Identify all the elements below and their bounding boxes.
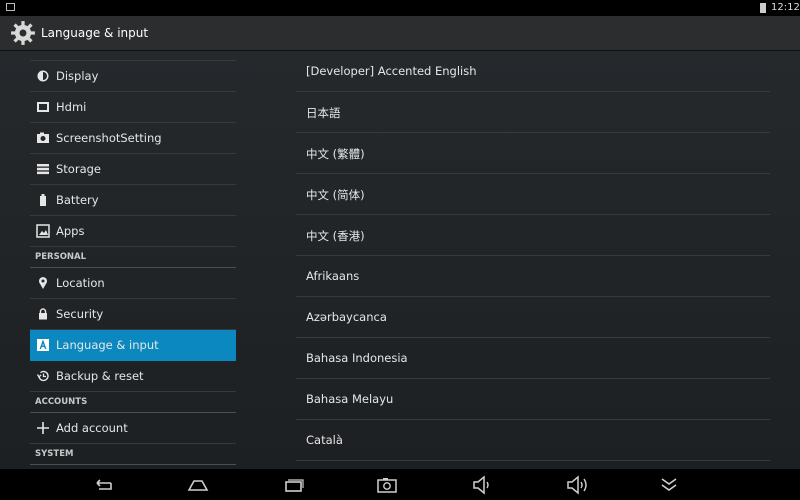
sidebar-item-label: Battery: [56, 193, 99, 207]
language-item[interactable]: 中文 (香港): [296, 215, 770, 256]
language-item[interactable]: 中文 (简体): [296, 174, 770, 215]
section-header-label: SYSTEM: [35, 449, 74, 459]
sidebar-item-language-input[interactable]: Language & input: [30, 330, 236, 361]
language-item[interactable]: [Developer] Accented English: [296, 51, 770, 92]
sidebar-item-security[interactable]: Security: [30, 299, 236, 330]
volume-down-icon[interactable]: [470, 475, 494, 495]
sidebar-item-battery[interactable]: Battery: [30, 185, 236, 216]
sidebar-item-screenshotsetting[interactable]: ScreenshotSetting: [30, 123, 236, 154]
language-label: 日本語: [306, 106, 341, 120]
language-label: 中文 (繁體): [306, 147, 365, 161]
sidebar-item-apps[interactable]: Apps: [30, 216, 236, 247]
status-time: 12:12: [771, 2, 800, 13]
language-list[interactable]: [Developer] Accented English 日本語中文 (繁體) 中文…: [296, 51, 770, 461]
section-header-label: PERSONAL: [35, 252, 87, 262]
location-pin-icon: [36, 276, 50, 290]
sidebar-item-label: Hdmi: [56, 100, 87, 114]
apps-icon: [36, 224, 50, 238]
language-label: Bahasa Melayu: [306, 392, 394, 406]
sidebar-item-hdmi[interactable]: Hdmi: [30, 92, 236, 123]
sidebar-item-label: Security: [56, 307, 104, 321]
page-title: Language & input: [41, 26, 149, 40]
language-item[interactable]: Bahasa Melayu: [296, 379, 770, 420]
sidebar-item-label: Backup & reset: [56, 369, 144, 383]
language-label: 中文 (香港): [306, 229, 365, 243]
home-icon[interactable]: [186, 475, 210, 495]
language-item[interactable]: 中文 (繁體): [296, 133, 770, 174]
sidebar-item-storage[interactable]: Storage: [30, 154, 236, 185]
brightness-icon: [36, 69, 50, 83]
section-header-label: ACCOUNTS: [35, 397, 88, 407]
notification-image-icon: [6, 3, 15, 11]
sidebar-item-label: ScreenshotSetting: [56, 131, 162, 145]
camera-icon: [36, 131, 50, 145]
sidebar-item-label: Storage: [56, 162, 101, 176]
language-label: 中文 (简体): [306, 188, 365, 202]
language-item[interactable]: 日本語: [296, 92, 770, 133]
backup-icon: [36, 369, 50, 383]
screenshot-icon[interactable]: [375, 475, 399, 495]
sidebar-item-add-account[interactable]: Add account: [30, 413, 236, 444]
language-label: Català: [306, 433, 343, 447]
language-label: Azərbaycanca: [306, 310, 387, 324]
sidebar-item-label: Display: [56, 69, 99, 83]
volume-up-icon[interactable]: [565, 475, 589, 495]
gear-icon[interactable]: [10, 20, 36, 46]
sidebar-item-label: Add account: [56, 421, 128, 435]
back-icon[interactable]: [91, 475, 115, 495]
battery-icon: [36, 193, 50, 207]
settings-sidebar[interactable]: Sound Display Hdmi ScreenshotSetting Storage…: [30, 51, 236, 465]
sidebar-item-label: Language & input: [56, 338, 159, 352]
language-label: Bahasa Indonesia: [306, 351, 408, 365]
sidebar-item-label: Apps: [56, 224, 85, 238]
navigation-bar: [0, 469, 800, 500]
section-header-accounts: ACCOUNTS: [30, 392, 236, 413]
sidebar-item-backup-reset[interactable]: Backup & reset: [30, 361, 236, 392]
language-item[interactable]: Bahasa Indonesia: [296, 338, 770, 379]
plus-icon: [36, 421, 50, 435]
language-label: Afrikaans: [306, 269, 360, 283]
collapse-icon[interactable]: [657, 475, 681, 495]
speaker-icon: [36, 51, 50, 52]
sidebar-item-label: Location: [56, 276, 105, 290]
hdmi-icon: [36, 100, 50, 114]
language-item[interactable]: Azərbaycanca: [296, 297, 770, 338]
sidebar-item-sound[interactable]: Sound: [30, 51, 236, 61]
settings-content: Sound Display Hdmi ScreenshotSetting Storage…: [0, 51, 800, 469]
sidebar-item-location[interactable]: Location: [30, 268, 236, 299]
battery-status-icon: [760, 3, 766, 13]
language-item[interactable]: Català: [296, 420, 770, 461]
status-bar: 12:12: [0, 0, 800, 16]
section-header-system: SYSTEM: [30, 444, 236, 465]
language-label: [Developer] Accented English: [306, 64, 477, 78]
sidebar-item-label: Sound: [56, 51, 92, 52]
language-icon: [36, 338, 50, 352]
action-bar: Language & input: [0, 16, 800, 51]
lock-icon: [36, 307, 50, 321]
recents-icon[interactable]: [281, 475, 305, 495]
section-header-personal: PERSONAL: [30, 247, 236, 268]
sidebar-item-display[interactable]: Display: [30, 61, 236, 92]
language-item[interactable]: Afrikaans: [296, 256, 770, 297]
storage-icon: [36, 162, 50, 176]
